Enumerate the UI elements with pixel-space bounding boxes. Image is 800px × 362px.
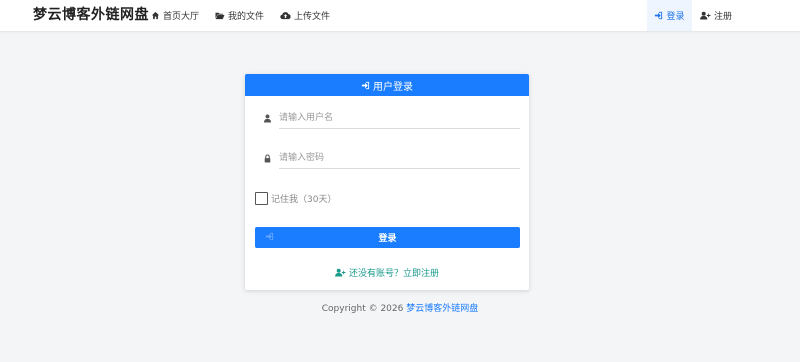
nav-item-label: 首页大厅 [163,12,200,22]
password-input[interactable] [279,147,520,169]
user-plus-icon [335,268,346,277]
footer-site-link[interactable]: 梦云博客外链网盘 [406,304,478,314]
sign-in-icon [654,11,663,20]
username-input[interactable] [279,107,520,129]
home-icon [151,11,160,20]
login-card-header: 用户登录 [245,74,529,96]
footer: Copyright © 2026 梦云博客外链网盘 [0,301,800,314]
top-navbar: 梦云博客外链网盘 首页大厅 我的文件 上传文件 登录 注册 [0,0,800,32]
folder-open-icon [215,11,225,20]
sign-in-icon [361,81,370,90]
remember-me-checkbox[interactable] [255,192,268,205]
nav-item-my-files[interactable]: 我的文件 [215,0,264,31]
remember-me-label: 记住我（30天） [271,195,337,205]
username-field [262,107,520,129]
user-icon [262,113,272,123]
cloud-upload-icon [280,11,291,20]
user-plus-icon [700,11,711,20]
password-field [262,147,520,169]
login-button[interactable]: 登录 [255,227,520,248]
register-link[interactable]: 还没有账号？立即注册 [245,266,529,279]
nav-item-label: 上传文件 [294,12,331,22]
nav-item-login[interactable]: 登录 [647,0,692,31]
login-button-label: 登录 [378,234,397,244]
login-card: 用户登录 [245,74,529,290]
remember-me[interactable]: 记住我（30天） [255,192,336,205]
nav-item-register[interactable]: 注册 [700,0,732,31]
sign-in-icon [265,232,274,241]
nav-item-label: 注册 [714,12,733,22]
nav-item-home[interactable]: 首页大厅 [151,0,199,31]
register-link-label: 还没有账号？立即注册 [348,269,439,279]
login-card-title: 用户登录 [373,81,413,93]
site-brand[interactable]: 梦云博客外链网盘 [33,4,149,24]
footer-copyright: Copyright © 2026 [321,304,404,314]
nav-item-upload[interactable]: 上传文件 [280,0,330,31]
nav-item-label: 登录 [666,12,685,22]
nav-item-label: 我的文件 [228,12,265,22]
lock-icon [262,154,272,163]
